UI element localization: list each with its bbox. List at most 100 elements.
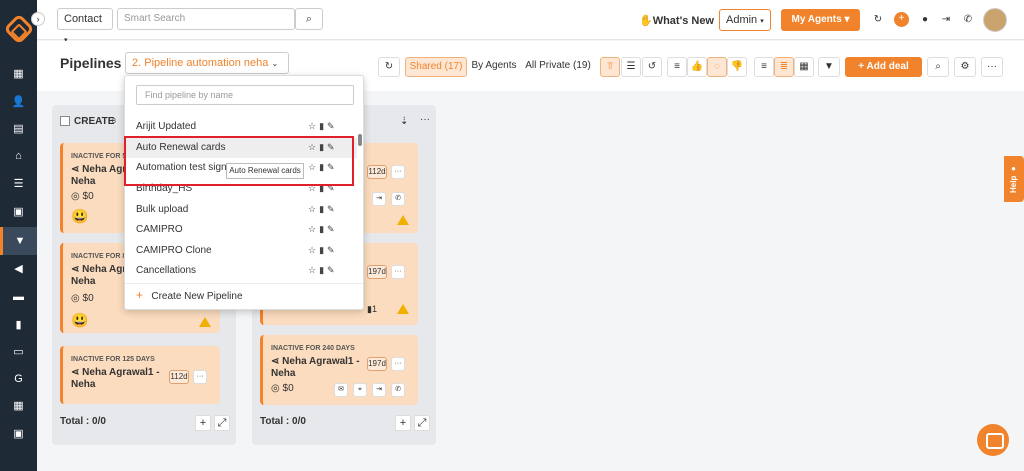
add-icon[interactable]: + <box>894 12 909 27</box>
folder-icon[interactable]: ▭ <box>11 345 26 359</box>
shared-button[interactable]: Shared (17) <box>405 57 467 77</box>
refresh-icon: ↻ <box>384 61 394 72</box>
documents-icon[interactable]: ▤ <box>11 122 26 136</box>
events-icon[interactable]: ▣ <box>11 427 26 441</box>
find-pipeline-input[interactable]: Find pipeline by name <box>136 85 354 105</box>
column-total: Total : 0/0 <box>260 416 306 427</box>
bell-icon[interactable]: ● <box>918 13 932 27</box>
location-icon[interactable]: ⌖ <box>353 383 367 397</box>
add-deal-button[interactable]: + Add deal <box>845 57 922 77</box>
pipeline-select[interactable]: 2. Pipeline automation neha ⌄ <box>125 52 289 74</box>
contact-select[interactable]: Contact ▾ <box>57 8 113 44</box>
logout-icon[interactable]: ⇥ <box>939 13 953 27</box>
kanban-view-icon[interactable]: ⫪ <box>600 57 620 77</box>
pipeline-option-actions-icon[interactable]: ☆▮✎ <box>308 245 338 256</box>
inactive-label: INACTIVE FOR 84 <box>71 253 131 260</box>
lost-icon[interactable]: 👎 <box>727 57 747 77</box>
reload-button[interactable]: ↻ <box>378 57 400 77</box>
notes-icon[interactable]: ▬ <box>11 290 26 304</box>
google-icon[interactable]: G <box>11 372 26 386</box>
sidebar: ▦ 👤 ▤ ⌂ ☰ ▣ ▼ ◀ ▬ ▮ ▭ G ▦ ▣ <box>0 0 37 471</box>
pipeline-option-actions-icon[interactable]: ☆▮✎ <box>308 224 338 235</box>
chat-icon[interactable] <box>977 424 1009 456</box>
select-all-checkbox[interactable] <box>60 116 70 126</box>
refresh-icon[interactable]: ↻ <box>871 13 885 27</box>
deal-card[interactable]: INACTIVE FOR 125 DAYS ⋖ Neha Agrawal1 - … <box>60 346 220 404</box>
pipeline-option-label: CAMIPRO <box>136 224 183 235</box>
chevron-down-icon: ⌄ <box>271 59 279 68</box>
card-menu-icon[interactable]: ··· <box>391 265 405 279</box>
all-private-button[interactable]: All Private (19) <box>522 57 594 77</box>
warning-icon <box>199 317 211 327</box>
pipeline-option[interactable]: CAMIPRO Clone ☆▮✎ <box>125 241 357 261</box>
sort-icon[interactable]: ⇣ <box>400 116 408 127</box>
my-agents-button[interactable]: My Agents ▾ <box>781 9 860 31</box>
detailed-view-icon[interactable]: ≣ <box>774 57 794 77</box>
pipeline-option[interactable]: CAMIPRO ☆▮✎ <box>125 220 357 240</box>
share-icon: ⋖ <box>71 264 83 275</box>
settings-icon[interactable]: ⚙ <box>954 57 976 77</box>
dashboard-icon[interactable]: ▦ <box>11 67 26 81</box>
campaign-icon[interactable]: ◀ <box>11 262 26 276</box>
all-deals-icon[interactable]: ≡ <box>667 57 687 77</box>
list-view-icon[interactable]: ☰ <box>621 57 641 77</box>
inactive-label: INACTIVE FOR 54 <box>71 153 131 160</box>
create-pipeline-link[interactable]: + Create New Pipeline <box>136 288 243 302</box>
card-menu-icon[interactable]: ··· <box>193 370 207 384</box>
smart-search-input[interactable]: Smart Search <box>117 8 295 30</box>
logout-icon[interactable]: ⇥ <box>372 383 386 397</box>
pipeline-option[interactable]: Bulk upload ☆▮✎ <box>125 200 357 220</box>
card-menu-icon[interactable]: ··· <box>391 165 405 179</box>
app-logo[interactable] <box>3 13 35 45</box>
pipeline-icon[interactable]: ▼ <box>0 227 37 255</box>
grid-view-icon[interactable]: ▦ <box>794 57 814 77</box>
pipeline-option[interactable]: Arijit Updated ☆▮✎ <box>125 117 357 137</box>
pipeline-option-label: Bulk upload <box>136 204 189 215</box>
expand-icon[interactable]: ⤢ <box>214 415 230 431</box>
contact-select-label: Contact <box>64 13 102 25</box>
pipeline-option-actions-icon[interactable]: ☆▮✎ <box>308 204 338 215</box>
phone-icon[interactable]: ✆ <box>391 383 405 397</box>
dropdown-scrollbar[interactable] <box>358 134 362 146</box>
inactive-label: INACTIVE FOR 125 DAYS <box>71 356 155 363</box>
more-icon[interactable]: ··· <box>981 57 1003 77</box>
by-agents-button[interactable]: By Agents <box>469 57 519 77</box>
open-icon[interactable]: ◌ <box>707 57 727 77</box>
contact-card-icon[interactable]: ▣ <box>11 205 26 219</box>
expand-icon[interactable]: ⤢ <box>414 415 430 431</box>
reports-icon[interactable]: ▮ <box>11 318 26 332</box>
pipeline-option-actions-icon[interactable]: ☆▮✎ <box>308 121 338 132</box>
pipeline-option[interactable]: Cancellations ☆▮✎ <box>125 261 357 281</box>
tooltip: Auto Renewal cards <box>226 163 304 179</box>
phone-icon[interactable]: ✆ <box>391 192 405 206</box>
phone-icon[interactable]: ✆ <box>961 13 975 27</box>
history-icon[interactable]: ↺ <box>642 57 662 77</box>
compact-view-icon[interactable]: ≡ <box>754 57 774 77</box>
list-icon[interactable]: ☰ <box>11 177 26 191</box>
expand-sidebar-button[interactable]: › <box>31 12 45 26</box>
contacts-icon[interactable]: 👤 <box>11 95 26 109</box>
admin-select[interactable]: Admin ▾ <box>719 9 771 31</box>
column-total: Total : 0/0 <box>60 416 106 427</box>
add-deal-icon[interactable]: + <box>195 415 211 431</box>
filter-icon[interactable]: ▼ <box>818 57 840 77</box>
warning-icon <box>397 215 409 225</box>
avatar[interactable] <box>983 8 1007 32</box>
column-menu-icon[interactable]: ··· <box>420 114 430 125</box>
help-tab[interactable]: Help ● <box>1004 156 1024 202</box>
pipeline-option-actions-icon[interactable]: ☆▮✎ <box>308 265 338 276</box>
whats-new-link[interactable]: ✋What's New <box>639 14 714 27</box>
hand-icon: ✋ <box>639 15 653 27</box>
pipeline-dropdown: Find pipeline by name Arijit Updated ☆▮✎ … <box>124 75 364 310</box>
search-button[interactable]: ⌕ <box>295 8 323 30</box>
email-icon[interactable]: ✉ <box>334 383 348 397</box>
won-icon[interactable]: 👍 <box>687 57 707 77</box>
logout-icon[interactable]: ⇥ <box>372 192 386 206</box>
search-icon[interactable]: ⌕ <box>927 57 949 77</box>
add-deal-icon[interactable]: + <box>395 415 411 431</box>
deal-card[interactable]: INACTIVE FOR 240 DAYS ⋖ Neha Agrawal1 - … <box>260 335 418 405</box>
deal-amount: ◎ $0 <box>271 383 294 394</box>
card-menu-icon[interactable]: ··· <box>391 357 405 371</box>
calendar-icon[interactable]: ▦ <box>11 399 26 413</box>
company-icon[interactable]: ⌂ <box>11 149 26 163</box>
